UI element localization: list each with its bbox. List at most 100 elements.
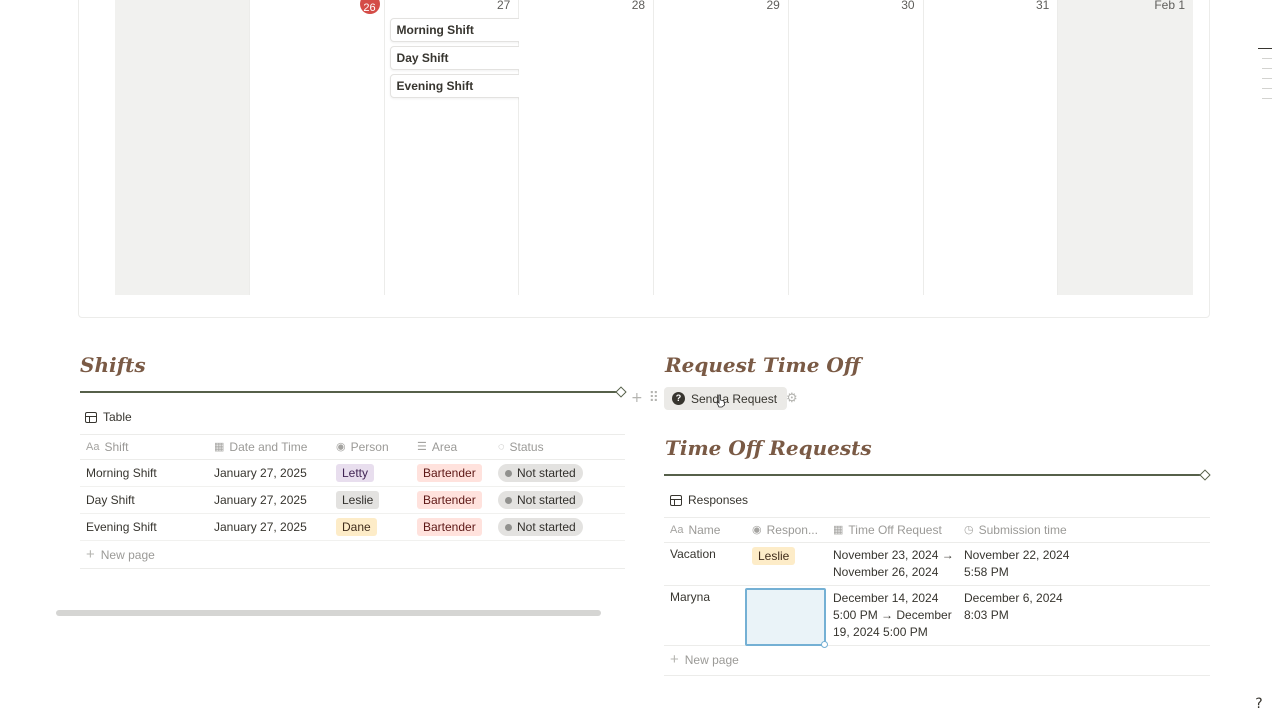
new-page-label: New page: [684, 653, 739, 667]
drag-handle-icon[interactable]: ⠿: [649, 390, 659, 406]
column-header[interactable]: ◉ Person: [330, 440, 411, 454]
status-dot-icon: [505, 469, 512, 477]
new-page-label: New page: [100, 548, 155, 562]
section-divider: [80, 391, 622, 393]
clock-icon: ◷: [964, 524, 974, 536]
area-tag: Bartender: [417, 464, 482, 482]
calendar-day-cell[interactable]: [115, 0, 250, 295]
column-header[interactable]: ◷ Submission time: [958, 523, 1108, 537]
status-label: Not started: [517, 520, 576, 534]
view-tab-table[interactable]: Table: [85, 410, 132, 424]
selected-cell[interactable]: [745, 588, 828, 648]
calendar-event[interactable]: Day Shift: [389, 46, 535, 70]
calendar-day-cell[interactable]: 30: [788, 0, 924, 295]
area-cell[interactable]: Bartender: [411, 464, 492, 482]
person-cell[interactable]: Letty: [330, 464, 411, 482]
gear-icon[interactable]: ⚙: [786, 390, 798, 406]
horizontal-scrollbar[interactable]: [56, 610, 601, 616]
list-icon: ☰: [417, 441, 427, 453]
hand-cursor-icon: [716, 394, 725, 408]
new-page-button[interactable]: + New page: [664, 646, 1210, 674]
person-cell[interactable]: Dane: [330, 518, 411, 536]
person-tag: Dane: [336, 518, 377, 536]
date-cell[interactable]: January 27, 2025: [208, 466, 330, 480]
text-property-icon: Aa: [670, 523, 684, 536]
shifts-table: Aa Shift ▦ Date and Time ◉ Person ☰ Area ◌ St…: [80, 434, 625, 569]
calendar-week-row: 26 27 Morning Shift Day Shift Evening Sh…: [115, 0, 1193, 295]
outline-line[interactable]: [1262, 68, 1272, 69]
person-tag: Leslie: [336, 491, 380, 509]
request-time-off-heading: Request Time Off: [665, 353, 861, 377]
status-cell[interactable]: Not started: [492, 491, 625, 509]
column-header[interactable]: ☰ Area: [411, 440, 492, 454]
person-tag: Leslie: [752, 547, 796, 565]
time-off-requests-heading: Time Off Requests: [665, 436, 872, 460]
status-badge: Not started: [498, 491, 583, 509]
table-row[interactable]: Day Shift January 27, 2025 Leslie Barten…: [80, 487, 625, 514]
outline-line[interactable]: [1258, 48, 1272, 49]
calendar-day-cell[interactable]: 29: [654, 0, 789, 295]
submission-time-cell[interactable]: December 6, 2024 8:03 PM: [958, 590, 1078, 624]
add-block-icon[interactable]: +: [631, 390, 643, 406]
calendar-day-cell[interactable]: 28: [519, 0, 655, 295]
responder-cell[interactable]: Leslie: [746, 547, 827, 565]
person-icon: ◉: [336, 441, 346, 453]
area-cell[interactable]: Bartender: [411, 518, 492, 536]
table-row[interactable]: Morning Shift January 27, 2025 Letty Bar…: [80, 460, 625, 487]
day-number: 27: [496, 0, 511, 12]
table-row[interactable]: Evening Shift January 27, 2025 Dane Bart…: [80, 514, 625, 541]
calendar-day-cell[interactable]: Feb 1: [1058, 0, 1193, 295]
calendar-day-cell[interactable]: 26: [249, 0, 385, 295]
view-tab-responses[interactable]: Responses: [670, 493, 748, 507]
column-header[interactable]: Aa Shift: [80, 440, 208, 454]
calendar-day-cell[interactable]: 31: [923, 0, 1059, 295]
calendar-day-cell[interactable]: 27 Morning Shift Day Shift Evening Shift: [384, 0, 535, 295]
calendar-event[interactable]: Morning Shift: [389, 18, 535, 42]
time-off-request-cell[interactable]: November 23, 2024 → November 26, 2024: [827, 547, 958, 581]
status-dot-icon: [505, 496, 512, 504]
calendar-event[interactable]: Evening Shift: [389, 74, 535, 98]
submission-time-cell[interactable]: November 22, 2024 5:58 PM: [958, 547, 1078, 581]
table-header: Aa Shift ▦ Date and Time ◉ Person ☰ Area ◌ St…: [80, 434, 625, 460]
date-cell[interactable]: January 27, 2025: [208, 520, 330, 534]
view-tab-label: Table: [103, 410, 132, 424]
block-handles[interactable]: + ⠿: [631, 390, 659, 406]
table-icon: [85, 411, 97, 423]
status-label: Not started: [517, 493, 576, 507]
column-label: Name: [688, 522, 721, 537]
outline-line[interactable]: [1262, 58, 1272, 59]
area-cell[interactable]: Bartender: [411, 491, 492, 509]
person-cell[interactable]: Leslie: [330, 491, 411, 509]
column-header[interactable]: ◌ Status: [492, 440, 625, 454]
column-label: Shift: [104, 439, 129, 454]
status-label: Not started: [517, 466, 576, 480]
column-header[interactable]: ▦ Time Off Request: [827, 523, 958, 537]
view-tab-label: Responses: [688, 493, 749, 507]
column-header[interactable]: ▦ Date and Time: [208, 440, 330, 454]
column-label: Time Off Request: [848, 522, 942, 537]
table-of-contents-outline[interactable]: [1258, 48, 1272, 108]
shift-name-cell[interactable]: Evening Shift: [80, 520, 208, 534]
shift-name-cell[interactable]: Morning Shift: [80, 466, 208, 480]
name-cell[interactable]: Maryna: [664, 590, 746, 604]
outline-line[interactable]: [1262, 78, 1272, 79]
button-label: Send a Request: [691, 391, 778, 406]
person-icon: ◉: [752, 524, 762, 536]
name-cell[interactable]: Vacation: [664, 547, 746, 561]
text-property-icon: Aa: [86, 440, 100, 453]
column-header[interactable]: Aa Name: [664, 523, 746, 537]
status-cell[interactable]: Not started: [492, 518, 625, 536]
shift-name-cell[interactable]: Day Shift: [80, 493, 208, 507]
date-cell[interactable]: January 27, 2025: [208, 493, 330, 507]
outline-line[interactable]: [1262, 88, 1272, 89]
column-label: Respon...: [766, 522, 818, 537]
outline-line[interactable]: [1262, 98, 1272, 99]
time-off-request-cell[interactable]: December 14, 2024 5:00 PM → December 19,…: [827, 590, 958, 641]
column-header[interactable]: ◉ Respon...: [746, 523, 827, 537]
help-icon[interactable]: ?: [1250, 696, 1268, 714]
column-label: Status: [509, 439, 544, 454]
table-row[interactable]: Vacation Leslie November 23, 2024 → Nove…: [664, 543, 1210, 586]
status-cell[interactable]: Not started: [492, 464, 625, 482]
new-page-button[interactable]: + New page: [80, 541, 625, 569]
table-icon: [670, 494, 682, 506]
